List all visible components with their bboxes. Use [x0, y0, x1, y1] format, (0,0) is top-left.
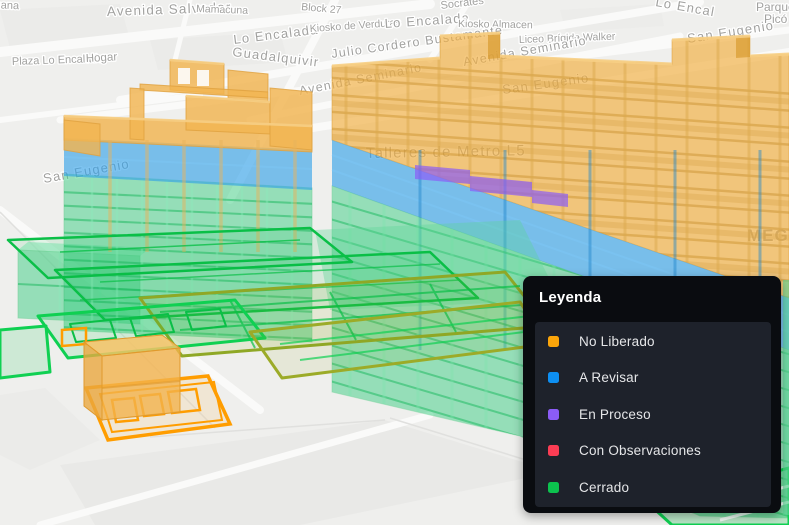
map-app: lauana Avenida Salvador Mamacuna Block 2…	[0, 0, 789, 525]
legend-item-label: Cerrado	[579, 479, 630, 495]
legend-item-label: A Revisar	[579, 370, 639, 386]
status-swatch-icon	[548, 372, 559, 384]
status-swatch-icon	[548, 481, 559, 493]
legend-item-con-observaciones[interactable]: Con Observaciones	[535, 433, 771, 470]
legend-panel: Leyenda No Liberado A Revisar En Proceso…	[523, 276, 781, 513]
legend-title: Leyenda	[539, 289, 602, 306]
legend-item-no-liberado[interactable]: No Liberado	[535, 323, 771, 360]
status-swatch-icon	[548, 335, 559, 347]
map-label: Picó	[764, 12, 788, 26]
building-small-orange[interactable]	[82, 334, 182, 422]
legend-item-en-proceso[interactable]: En Proceso	[535, 396, 771, 433]
map-label: Mamacuna	[196, 3, 248, 17]
legend-item-cerrado[interactable]: Cerrado	[535, 469, 771, 506]
legend-item-label: Con Observaciones	[579, 443, 701, 459]
legend-item-label: No Liberado	[579, 333, 655, 349]
legend-item-label: En Proceso	[579, 406, 651, 422]
status-swatch-icon	[548, 408, 559, 420]
legend-item-a-revisar[interactable]: A Revisar	[535, 360, 771, 397]
map-label: Hogar	[86, 51, 118, 65]
map-label: lauana	[0, 0, 20, 12]
legend-list: No Liberado A Revisar En Proceso Con Obs…	[535, 322, 771, 507]
status-swatch-icon	[548, 445, 559, 457]
